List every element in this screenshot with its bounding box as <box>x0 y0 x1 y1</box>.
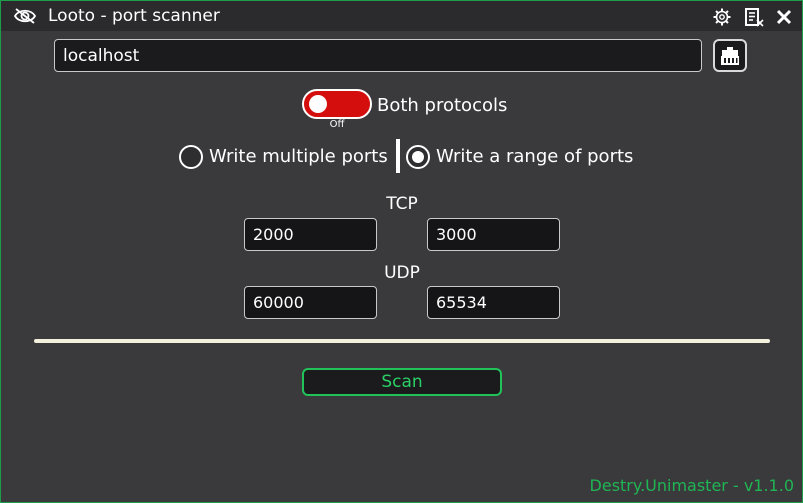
radio-range-ports-label[interactable]: Write a range of ports <box>436 146 633 168</box>
tcp-label: TCP <box>386 194 418 214</box>
mode-divider <box>396 139 400 173</box>
tcp-to-input[interactable]: 3000 <box>427 218 560 251</box>
close-icon[interactable] <box>773 7 795 27</box>
version-label: Destry.Unimaster - v1.1.0 <box>589 476 794 495</box>
app-window: Looto - port scanner localhost Both prot… <box>0 0 803 503</box>
radio-multiple-ports[interactable] <box>179 145 203 169</box>
window-title: Looto - port scanner <box>48 6 220 26</box>
toggle-state-text: Off <box>329 119 345 130</box>
network-button[interactable] <box>713 39 747 72</box>
radio-multiple-ports-label[interactable]: Write multiple ports <box>209 146 388 168</box>
eye-icon <box>13 7 37 25</box>
radio-range-ports[interactable] <box>406 145 430 169</box>
host-input[interactable]: localhost <box>54 39 702 72</box>
radio-selected-dot <box>412 151 424 163</box>
settings-icon[interactable] <box>711 7 733 27</box>
udp-from-input[interactable]: 60000 <box>244 286 377 319</box>
notes-icon[interactable] <box>743 7 765 27</box>
tcp-from-input[interactable]: 2000 <box>244 218 377 251</box>
udp-to-input[interactable]: 65534 <box>427 286 560 319</box>
protocol-toggle[interactable] <box>302 89 372 119</box>
udp-label: UDP <box>384 263 420 283</box>
scan-button[interactable]: Scan <box>302 368 502 396</box>
progress-bar <box>34 339 770 343</box>
network-icon <box>721 47 739 65</box>
toggle-knob <box>309 95 327 113</box>
toggle-label: Both protocols <box>377 95 508 116</box>
title-bar: Looto - port scanner <box>1 1 802 31</box>
